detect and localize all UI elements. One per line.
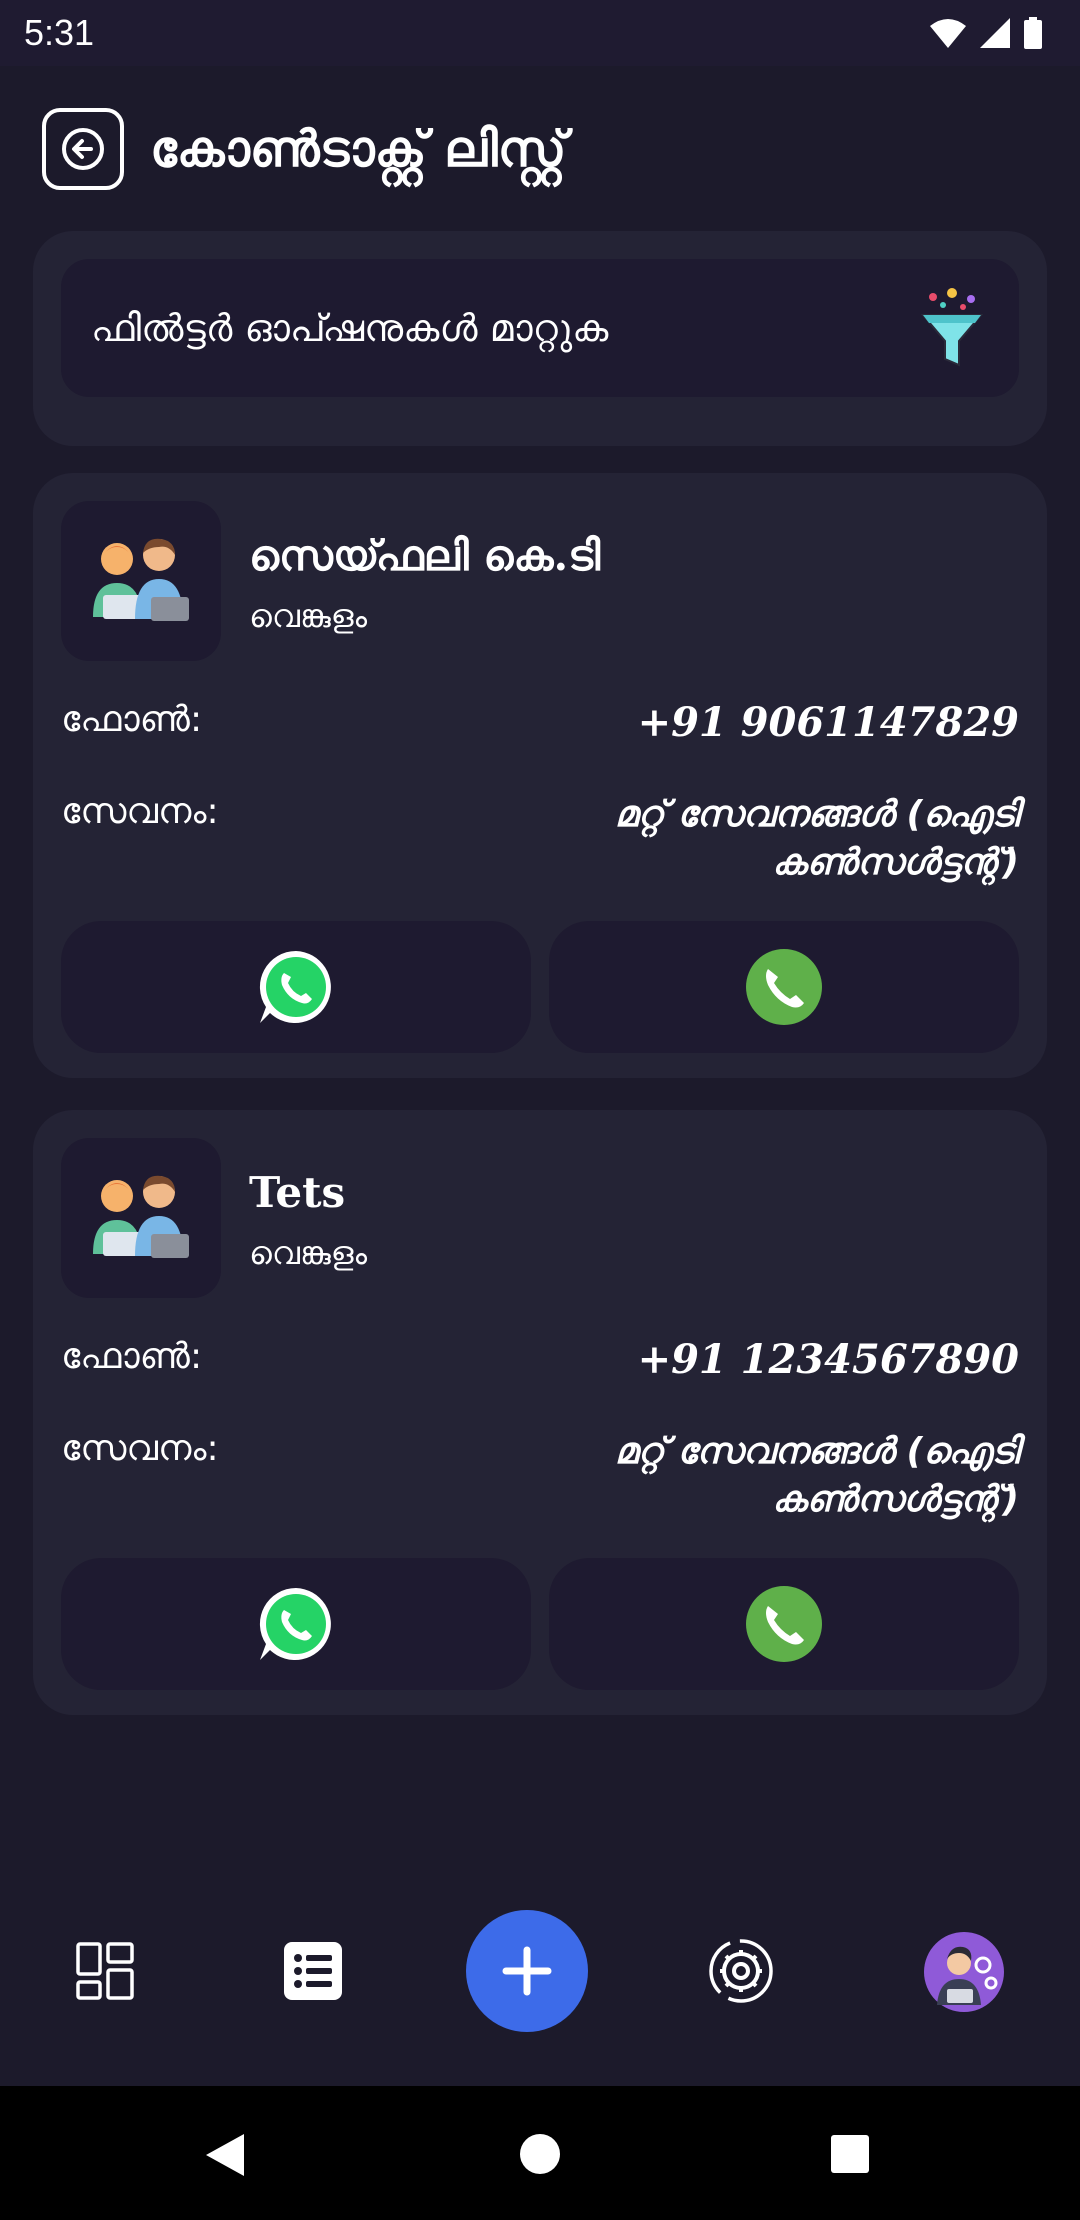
- filter-card: ഫിൽട്ടർ ഓപ്ഷനുകൾ മാറ്റുക: [33, 231, 1047, 446]
- contact-avatar: [61, 1138, 221, 1298]
- home-circle-icon[interactable]: [518, 2132, 562, 2176]
- phone-label: ഫോൺ:: [61, 1336, 203, 1377]
- add-contact-button[interactable]: [466, 1910, 588, 2032]
- contact-card: Tets വെങ്കുളം ഫോൺ: +91 1234567890 സേവനം:…: [33, 1110, 1047, 1715]
- phone-value: +91 9061147829: [637, 699, 1019, 746]
- users-icon: [93, 538, 189, 621]
- whatsapp-icon: [259, 950, 331, 1023]
- header: കോൺടാക്റ്റ് ലിസ്റ്റ്: [42, 108, 566, 190]
- back-arrow-icon: [62, 128, 104, 170]
- filter-label: ഫിൽട്ടർ ഓപ്ഷനുകൾ മാറ്റുക: [91, 305, 609, 350]
- whatsapp-button[interactable]: [61, 921, 531, 1053]
- contact-name: Tets: [249, 1168, 346, 1217]
- page-title: കോൺടാക്റ്റ് ലിസ്റ്റ്: [150, 119, 567, 178]
- whatsapp-icon: [259, 1588, 331, 1660]
- nav-profile[interactable]: [920, 1930, 1008, 2014]
- contact-card: സെയ്ഫലി കെ.ടി വെങ്കുളം ഫോൺ: +91 90611478…: [33, 473, 1047, 1078]
- settings-icon: [709, 1939, 773, 2003]
- phone-icon: [746, 949, 822, 1025]
- service-line-1: മറ്റ് സേവനങ്ങൾ (ഐടി: [614, 1431, 1019, 1472]
- signal-icon: [980, 18, 1010, 48]
- service-label: സേവനം:: [61, 791, 219, 832]
- nav-settings[interactable]: [696, 1932, 786, 2010]
- profile-avatar: [924, 1932, 1004, 2012]
- contact-location: വെങ്കുളം: [249, 597, 368, 635]
- list-icon: [284, 1942, 342, 2000]
- status-icons: [930, 17, 1042, 49]
- system-nav-bar: [0, 2086, 1080, 2220]
- phone-value: +91 1234567890: [637, 1336, 1019, 1383]
- status-bar: 5:31: [0, 0, 1080, 66]
- whatsapp-button[interactable]: [61, 1558, 531, 1690]
- service-line-2: കൺസൾട്ടന്റ്): [772, 1479, 1019, 1520]
- phone-icon: [746, 1586, 822, 1662]
- nav-dashboard[interactable]: [60, 1938, 150, 2004]
- bottom-nav: [0, 1860, 1080, 2086]
- contact-name: സെയ്ഫലി കെ.ടി: [249, 531, 601, 580]
- call-button[interactable]: [549, 1558, 1019, 1690]
- nav-list[interactable]: [268, 1938, 358, 2004]
- service-line-2: കൺസൾട്ടന്റ്): [772, 842, 1019, 883]
- recents-square-icon[interactable]: [830, 2134, 870, 2174]
- wifi-icon: [930, 19, 966, 48]
- phone-label: ഫോൺ:: [61, 699, 203, 740]
- service-label: സേവനം:: [61, 1428, 219, 1469]
- users-icon: [93, 1175, 189, 1258]
- service-line-1: മറ്റ് സേവനങ്ങൾ (ഐടി: [614, 794, 1019, 835]
- back-button[interactable]: [42, 108, 124, 190]
- status-time: 5:31: [24, 12, 95, 53]
- battery-icon: [1024, 17, 1042, 49]
- service-value: മറ്റ് സേവനങ്ങൾ (ഐടി കൺസൾട്ടന്റ്): [499, 1428, 1019, 1524]
- dashboard-icon: [76, 1942, 134, 2000]
- filter-options-button[interactable]: ഫിൽട്ടർ ഓപ്ഷനുകൾ മാറ്റുക: [61, 259, 1019, 397]
- funnel-icon: [920, 288, 984, 367]
- back-triangle-icon[interactable]: [204, 2132, 248, 2178]
- call-button[interactable]: [549, 921, 1019, 1053]
- plus-icon: [502, 1946, 552, 1996]
- service-value: മറ്റ് സേവനങ്ങൾ (ഐടി കൺസൾട്ടന്റ്): [499, 791, 1019, 887]
- contact-avatar: [61, 501, 221, 661]
- contact-location: വെങ്കുളം: [249, 1234, 368, 1272]
